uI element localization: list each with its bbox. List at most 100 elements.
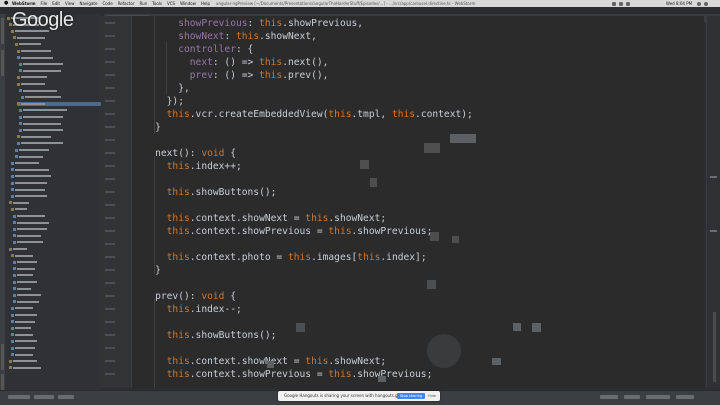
project-tree-item[interactable]: [13, 214, 101, 218]
menu-item-navigate[interactable]: Navigate: [79, 1, 97, 6]
menu-item-code[interactable]: Code: [102, 1, 112, 6]
project-tree-item[interactable]: [11, 188, 101, 192]
project-tree-item[interactable]: [9, 359, 101, 363]
project-tree-item[interactable]: [19, 108, 101, 112]
menu-item-view[interactable]: View: [65, 1, 75, 6]
code-editor[interactable]: showPrevious: this.showPrevious, showNex…: [132, 16, 704, 388]
project-tree-item[interactable]: [17, 141, 101, 145]
project-tree-item[interactable]: [13, 293, 101, 297]
menu-item-window[interactable]: Window: [180, 1, 196, 6]
project-tree-item[interactable]: [13, 267, 101, 271]
menu-clock[interactable]: Wed 8:04 PM: [666, 0, 692, 7]
project-tree-item[interactable]: [13, 36, 101, 40]
project-tree-item[interactable]: [19, 89, 101, 93]
project-tree-item[interactable]: [13, 287, 101, 291]
battery-icon[interactable]: [626, 2, 630, 6]
project-tree-item[interactable]: [17, 135, 101, 139]
wifi-icon[interactable]: [612, 2, 616, 6]
project-tree-item-label: [15, 175, 51, 178]
project-tree-item[interactable]: [11, 161, 101, 165]
status-item[interactable]: [676, 395, 694, 399]
project-tree-item[interactable]: [11, 346, 101, 350]
project-tree-item[interactable]: [17, 75, 101, 79]
project-tree-item[interactable]: [11, 313, 101, 317]
project-tree-item[interactable]: [15, 155, 101, 159]
menu-item-tools[interactable]: Tools: [152, 1, 162, 6]
project-tree-item[interactable]: [19, 62, 101, 66]
tool-window-favorites-tab[interactable]: [1, 344, 4, 370]
file-icon: [19, 128, 22, 132]
line-number: [105, 217, 115, 219]
project-tree-item[interactable]: [9, 366, 101, 370]
code-token: this: [305, 213, 329, 224]
menu-item-file[interactable]: File: [41, 1, 48, 6]
project-tree-item[interactable]: [11, 353, 101, 357]
project-tree-item[interactable]: [11, 181, 101, 185]
apple-menu-icon[interactable]: ●: [4, 0, 8, 7]
project-tree-item[interactable]: [11, 168, 101, 172]
project-tree-item[interactable]: [11, 306, 101, 310]
status-item[interactable]: [8, 395, 30, 399]
scrollbar-thumb[interactable]: [713, 312, 716, 382]
volume-icon[interactable]: [619, 2, 623, 6]
file-icon: [13, 214, 16, 218]
stop-sharing-button[interactable]: Stop sharing: [397, 393, 425, 399]
project-tree-item[interactable]: [13, 280, 101, 284]
menu-item-vcs[interactable]: VCS: [167, 1, 175, 6]
project-tree-item[interactable]: [17, 101, 101, 106]
project-tree-item[interactable]: [21, 95, 101, 99]
status-item[interactable]: [646, 395, 670, 399]
code-line: this.showButtons();: [132, 329, 277, 342]
project-tree-item[interactable]: [11, 207, 101, 211]
project-tree-item[interactable]: [11, 326, 101, 330]
code-line: this.showButtons();: [132, 186, 277, 199]
editor-scrollbar[interactable]: [706, 16, 720, 388]
project-tree-item[interactable]: [11, 174, 101, 178]
cursor-highlight: [427, 334, 461, 368]
project-tree-item[interactable]: [13, 234, 101, 238]
hide-button[interactable]: Hide: [428, 391, 436, 401]
project-tree-item[interactable]: [13, 300, 101, 304]
scrollbar-marker[interactable]: [710, 176, 717, 178]
project-tree-item[interactable]: [15, 148, 101, 152]
notification-center-icon[interactable]: [704, 2, 708, 6]
status-item[interactable]: [600, 395, 618, 399]
menu-item-refactor[interactable]: Refactor: [118, 1, 135, 6]
file-icon: [11, 161, 14, 165]
project-tree-item[interactable]: [19, 69, 101, 73]
project-tree-item[interactable]: [17, 49, 101, 53]
project-tree-item[interactable]: [19, 122, 101, 126]
project-tree-item[interactable]: [19, 115, 101, 119]
project-tree-item[interactable]: [15, 42, 101, 46]
project-tree-item[interactable]: [13, 260, 101, 264]
project-tree-item[interactable]: [13, 227, 101, 231]
project-tree-item[interactable]: [13, 240, 101, 244]
menu-app-name[interactable]: WebStorm: [12, 1, 36, 6]
menu-item-run[interactable]: Run: [139, 1, 147, 6]
menu-item-help[interactable]: Help: [201, 1, 210, 6]
project-tree-item[interactable]: [11, 320, 101, 324]
scrollbar-marker[interactable]: [710, 230, 717, 232]
project-tree-item[interactable]: [11, 333, 101, 337]
project-tree-item[interactable]: [9, 247, 101, 251]
code-token: .showButtons();: [189, 330, 277, 341]
tool-window-project-tab[interactable]: [1, 18, 4, 44]
project-tree-item[interactable]: [11, 194, 101, 198]
file-icon: [13, 234, 16, 238]
code-token: .index--;: [189, 304, 242, 315]
project-tree-item[interactable]: [17, 82, 101, 86]
status-item[interactable]: [58, 395, 74, 399]
project-tree-item[interactable]: [17, 56, 101, 60]
project-tree-item[interactable]: [19, 128, 101, 132]
status-item[interactable]: [624, 395, 640, 399]
status-item[interactable]: [34, 395, 54, 399]
project-tree-item[interactable]: [13, 221, 101, 225]
tool-window-structure-tab[interactable]: [1, 50, 4, 76]
project-tree-item[interactable]: [11, 339, 101, 343]
project-tree-item[interactable]: [9, 201, 101, 205]
menu-item-edit[interactable]: Edit: [52, 1, 60, 6]
project-tree-item[interactable]: [11, 254, 101, 258]
project-tree-item[interactable]: [13, 273, 101, 277]
spotlight-icon[interactable]: [697, 2, 701, 6]
